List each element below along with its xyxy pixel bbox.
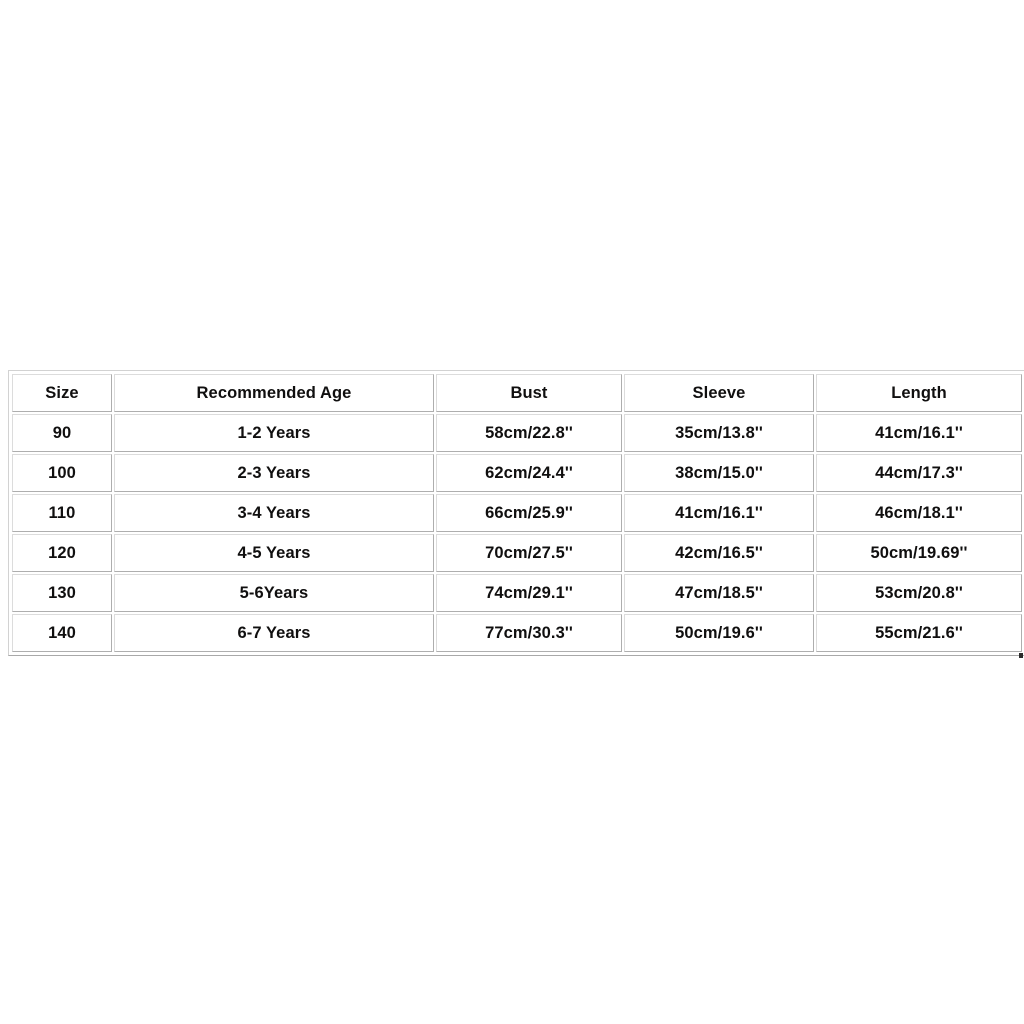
table-row: 120 4-5 Years 70cm/27.5'' 42cm/16.5'' 50… — [12, 534, 1022, 572]
cell-size: 110 — [12, 494, 112, 532]
cell-size: 120 — [12, 534, 112, 572]
cell-bust: 74cm/29.1'' — [436, 574, 622, 612]
cell-age: 1-2 Years — [114, 414, 434, 452]
cell-sleeve: 42cm/16.5'' — [624, 534, 814, 572]
column-header-length: Length — [816, 374, 1022, 412]
cell-length: 55cm/21.6'' — [816, 614, 1022, 652]
cell-size: 130 — [12, 574, 112, 612]
cell-size: 90 — [12, 414, 112, 452]
table-row: 130 5-6Years 74cm/29.1'' 47cm/18.5'' 53c… — [12, 574, 1022, 612]
column-header-bust: Bust — [436, 374, 622, 412]
cell-age: 6-7 Years — [114, 614, 434, 652]
size-chart-header: Size Recommended Age Bust Sleeve Length — [12, 374, 1022, 412]
column-header-sleeve: Sleeve — [624, 374, 814, 412]
table-row: 90 1-2 Years 58cm/22.8'' 35cm/13.8'' 41c… — [12, 414, 1022, 452]
edge-artifact-speck — [1019, 653, 1023, 658]
cell-length: 53cm/20.8'' — [816, 574, 1022, 612]
cell-sleeve: 50cm/19.6'' — [624, 614, 814, 652]
cell-age: 2-3 Years — [114, 454, 434, 492]
cell-bust: 66cm/25.9'' — [436, 494, 622, 532]
cell-length: 50cm/19.69'' — [816, 534, 1022, 572]
cell-sleeve: 38cm/15.0'' — [624, 454, 814, 492]
table-row: 110 3-4 Years 66cm/25.9'' 41cm/16.1'' 46… — [12, 494, 1022, 532]
size-chart-body: 90 1-2 Years 58cm/22.8'' 35cm/13.8'' 41c… — [12, 414, 1022, 652]
cell-age: 5-6Years — [114, 574, 434, 612]
size-chart-container: Size Recommended Age Bust Sleeve Length … — [8, 370, 1024, 656]
cell-bust: 58cm/22.8'' — [436, 414, 622, 452]
size-chart-table: Size Recommended Age Bust Sleeve Length … — [8, 370, 1024, 656]
cell-length: 46cm/18.1'' — [816, 494, 1022, 532]
cell-bust: 62cm/24.4'' — [436, 454, 622, 492]
cell-bust: 77cm/30.3'' — [436, 614, 622, 652]
cell-size: 140 — [12, 614, 112, 652]
table-header-row: Size Recommended Age Bust Sleeve Length — [12, 374, 1022, 412]
cell-age: 4-5 Years — [114, 534, 434, 572]
cell-sleeve: 35cm/13.8'' — [624, 414, 814, 452]
cell-sleeve: 47cm/18.5'' — [624, 574, 814, 612]
column-header-size: Size — [12, 374, 112, 412]
cell-age: 3-4 Years — [114, 494, 434, 532]
table-row: 140 6-7 Years 77cm/30.3'' 50cm/19.6'' 55… — [12, 614, 1022, 652]
page-canvas: Size Recommended Age Bust Sleeve Length … — [0, 0, 1024, 1024]
cell-bust: 70cm/27.5'' — [436, 534, 622, 572]
cell-sleeve: 41cm/16.1'' — [624, 494, 814, 532]
cell-length: 41cm/16.1'' — [816, 414, 1022, 452]
cell-length: 44cm/17.3'' — [816, 454, 1022, 492]
cell-size: 100 — [12, 454, 112, 492]
table-row: 100 2-3 Years 62cm/24.4'' 38cm/15.0'' 44… — [12, 454, 1022, 492]
column-header-age: Recommended Age — [114, 374, 434, 412]
